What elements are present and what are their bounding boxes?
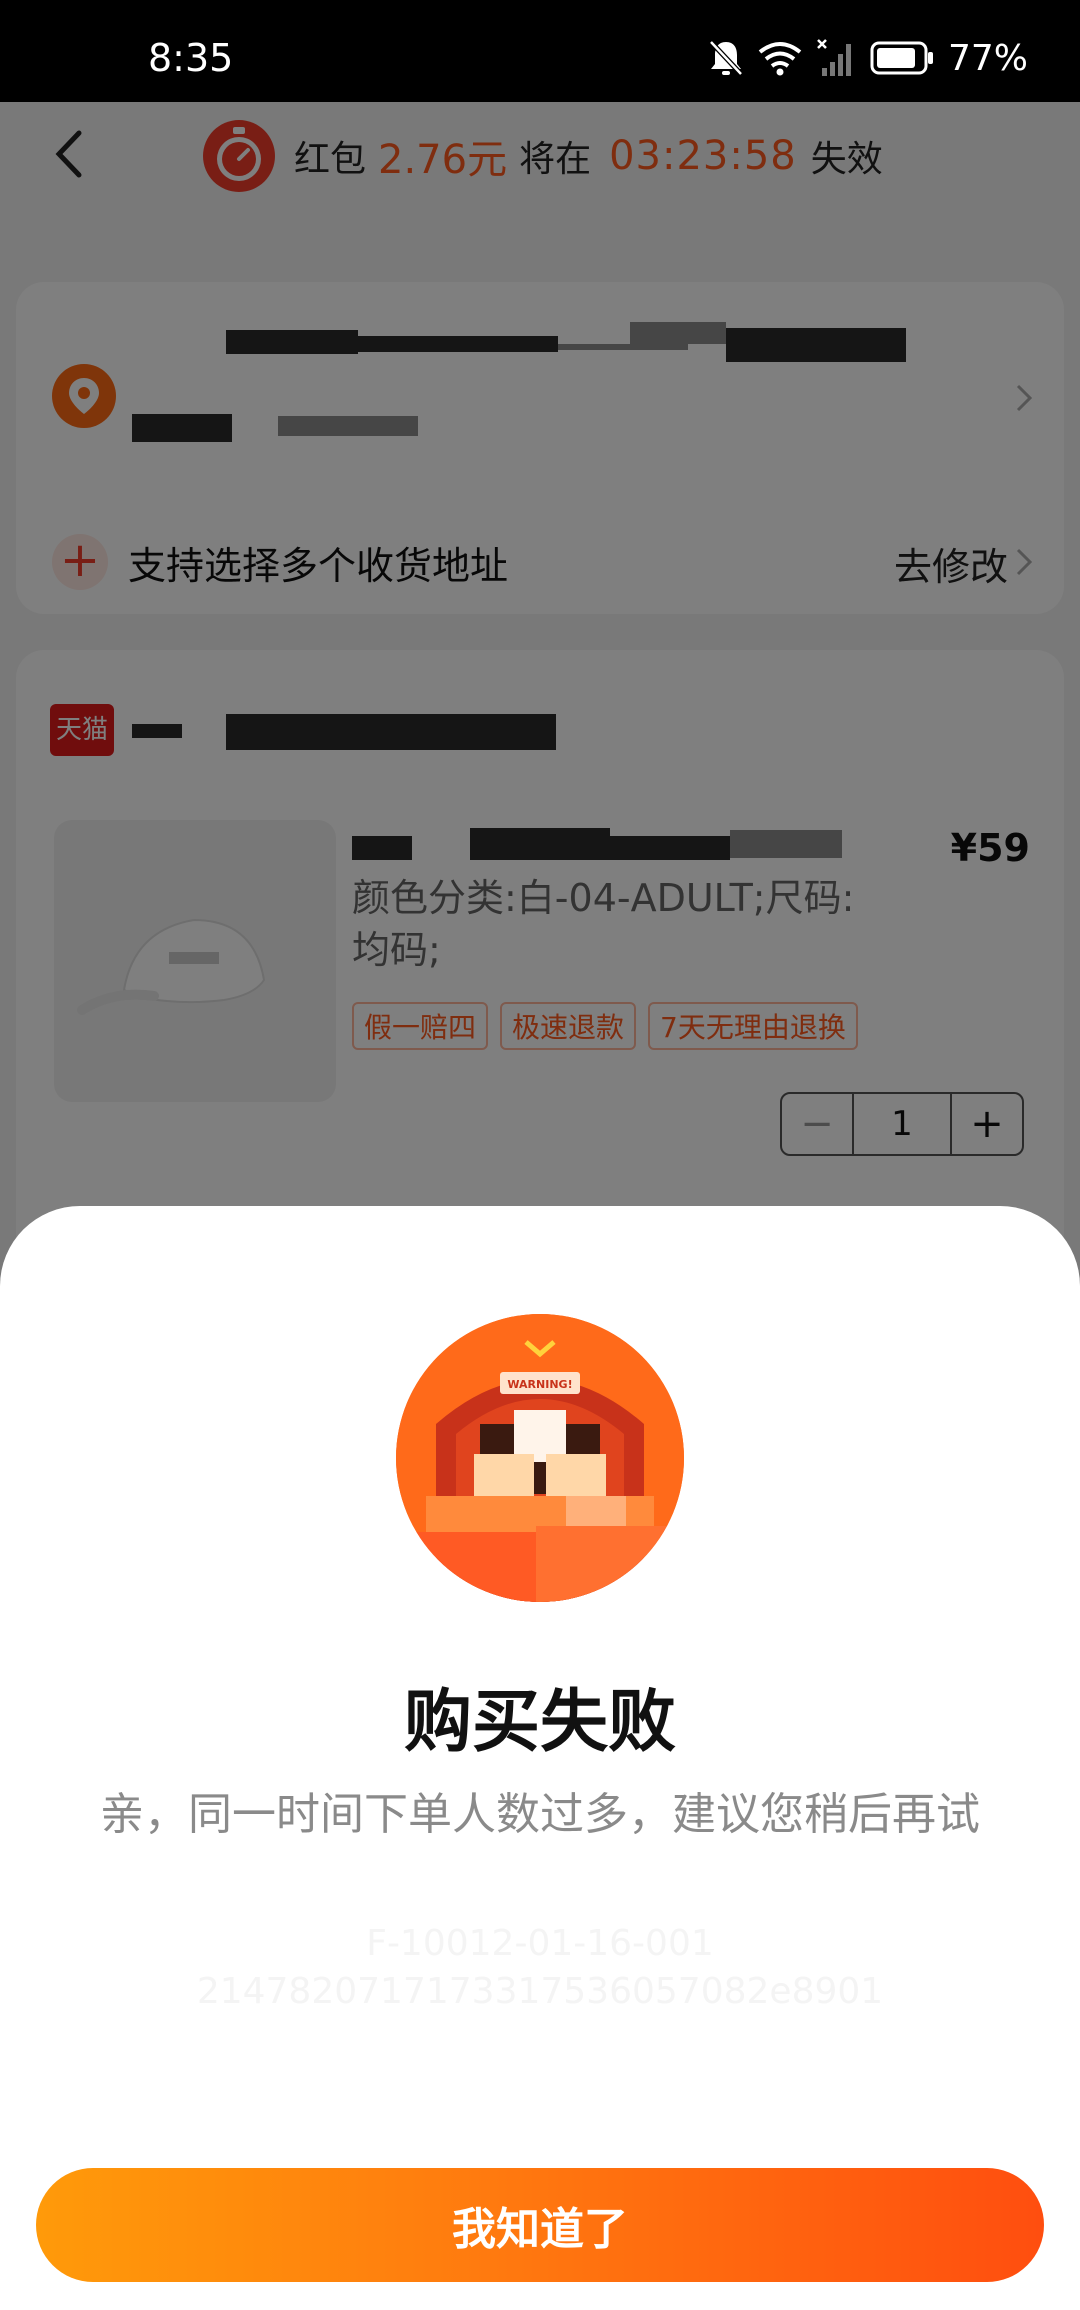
error-code: F-10012-01-16-001 2147820717173317536057… (0, 1920, 1080, 2016)
dialog-title: 购买失败 (403, 1683, 676, 1762)
error-code-line: 2147820717173317536057082e8901 (196, 1971, 884, 2012)
battery-icon (870, 41, 934, 75)
status-time: 8:35 (148, 36, 234, 80)
battery-percent: 77% (947, 37, 1028, 79)
got-it-button[interactable]: 我知道了 (36, 2168, 1044, 2282)
dialog-message: 亲，同一时间下单人数过多，建议您稍后再试 (100, 1789, 980, 1840)
signal-icon (816, 38, 856, 78)
error-code-line: F-10012-01-16-001 (366, 1923, 714, 1964)
bell-muted-icon (708, 38, 744, 78)
warning-illustration: WARNING! (396, 1314, 684, 1602)
wifi-icon (758, 40, 802, 76)
status-icons: 77% (708, 36, 1028, 80)
status-bar: 8:35 77% (0, 0, 1080, 102)
purchase-failed-sheet: WARNING! 购买失败 亲，同一时间下单人数过多，建议您稍后再试 F-100… (0, 1206, 1080, 2310)
warning-sign-text: WARNING! (507, 1378, 572, 1391)
